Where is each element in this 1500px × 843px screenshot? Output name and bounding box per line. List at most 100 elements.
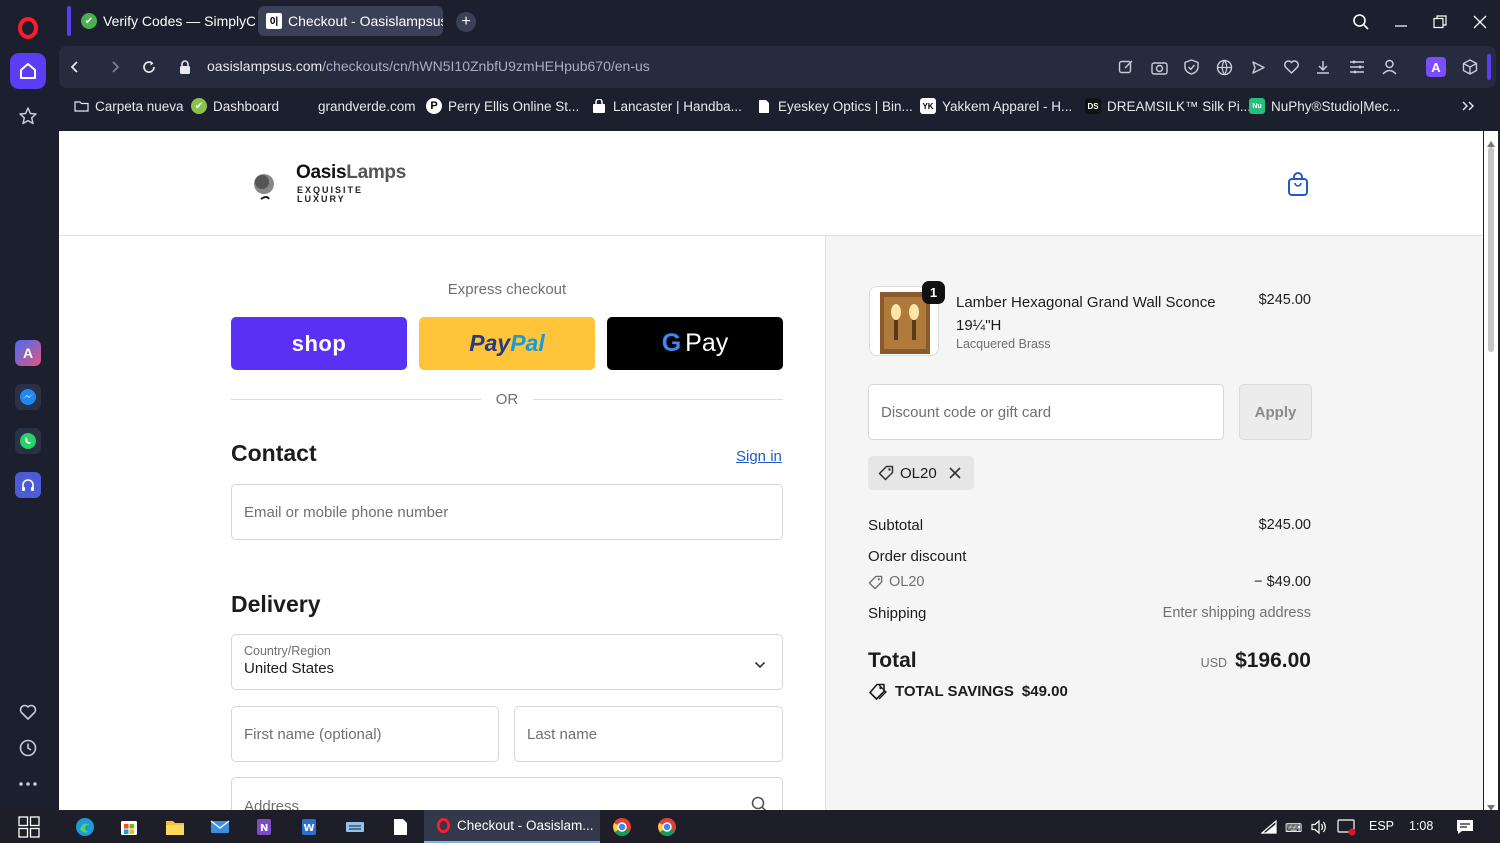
windows-taskbar: N W Checkout - Oasislam... ⌨ ESP 1:08	[0, 810, 1500, 843]
whatsapp-icon[interactable]	[10, 423, 46, 459]
edit-icon[interactable]	[1116, 57, 1136, 77]
navigation-bar: oasislampsus.com/checkouts/cn/hWN5I10Znb…	[59, 46, 1496, 88]
word-icon[interactable]: W	[298, 816, 320, 838]
messenger-icon[interactable]	[10, 379, 46, 415]
language-indicator[interactable]: ESP	[1369, 819, 1394, 833]
lock-icon[interactable]	[175, 57, 195, 77]
opera-menu-icon[interactable]	[10, 10, 46, 46]
send-icon[interactable]	[1248, 57, 1268, 77]
bookmark-item[interactable]: Eyeskey Optics | Bin...	[756, 98, 913, 114]
active-app-label: Checkout - Oasislam...	[457, 818, 594, 833]
scrollbar-thumb[interactable]	[1488, 147, 1494, 352]
total-label: Total	[868, 649, 917, 672]
first-name-field[interactable]: First name (optional)	[231, 706, 499, 762]
discount-code-input[interactable]: Discount code or gift card	[868, 384, 1224, 440]
paypal-label-1: Pay	[469, 330, 511, 356]
tab-label: Checkout - Oasislampsus	[288, 13, 443, 29]
store-logo-icon[interactable]	[249, 167, 281, 203]
vpn-globe-icon[interactable]	[1214, 57, 1234, 77]
contact-heading: Contact	[231, 440, 317, 466]
country-label: Country/Region	[244, 644, 331, 658]
heart-icon[interactable]	[10, 694, 46, 730]
shopping-bag-icon[interactable]	[1287, 171, 1309, 202]
search-tabs-icon[interactable]	[1349, 10, 1373, 34]
file-explorer-icon[interactable]	[164, 816, 186, 838]
wifi-icon[interactable]	[1258, 816, 1280, 838]
home-icon[interactable]	[10, 53, 46, 89]
bookmark-item[interactable]: DS DREAMSILK™ Silk Pi...	[1085, 98, 1251, 114]
divider	[533, 399, 783, 400]
page-scrollbar[interactable]	[1484, 131, 1498, 811]
apply-label: Apply	[1254, 403, 1297, 421]
battery-icon[interactable]	[1336, 816, 1358, 838]
logo-name-light: Lamps	[346, 162, 407, 183]
bookmark-item[interactable]: Nu NuPhy®Studio|Mec...	[1249, 98, 1400, 114]
restore-button[interactable]	[1428, 10, 1452, 34]
input-method-icon[interactable]: ⌨	[1283, 816, 1305, 838]
forward-icon[interactable]	[105, 57, 125, 77]
chrome-icon[interactable]	[611, 816, 633, 838]
remove-code-icon[interactable]	[949, 467, 961, 479]
profile-icon[interactable]	[1379, 57, 1399, 77]
blank-favicon-icon	[296, 98, 312, 114]
start-menu-icon[interactable]	[18, 816, 40, 838]
download-icon[interactable]	[1313, 57, 1333, 77]
extensions-cube-icon[interactable]	[1460, 57, 1480, 77]
email-field[interactable]: Email or mobile phone number	[231, 484, 783, 540]
easy-setup-icon[interactable]	[1347, 57, 1367, 77]
country-select[interactable]: Country/Region United States	[231, 634, 783, 690]
new-tab-button[interactable]: +	[456, 12, 476, 32]
more-icon[interactable]	[10, 766, 46, 802]
last-name-field[interactable]: Last name	[514, 706, 783, 762]
tab-verify-codes[interactable]: ✔ Verify Codes — SimplyCod	[73, 6, 255, 36]
sign-in-link[interactable]: Sign in	[736, 448, 782, 465]
bookmark-item[interactable]: Lancaster | Handba...	[591, 98, 742, 114]
address-bar[interactable]: oasislampsus.com/checkouts/cn/hWN5I10Znb…	[207, 58, 650, 74]
bookmark-label: grandverde.com	[318, 98, 416, 114]
close-window-button[interactable]	[1468, 10, 1492, 34]
minimize-button[interactable]	[1389, 10, 1413, 34]
nuphy-icon: Nu	[1249, 98, 1265, 114]
notifications-icon[interactable]	[1454, 816, 1476, 838]
store-logo[interactable]: OasisLamps	[296, 162, 406, 184]
shipping-value: Enter shipping address	[1162, 605, 1311, 621]
shop-pay-button[interactable]: shop	[231, 317, 407, 370]
shipping-label: Shipping	[868, 605, 927, 622]
bookmark-item[interactable]: grandverde.com	[296, 98, 416, 114]
history-icon[interactable]	[10, 730, 46, 766]
aria-extension-icon[interactable]: A	[1426, 57, 1446, 77]
bookmark-item[interactable]: ✔ Dashboard	[191, 98, 279, 114]
reload-icon[interactable]	[139, 57, 159, 77]
chrome-profile-icon[interactable]	[656, 816, 678, 838]
mail-icon[interactable]	[209, 816, 231, 838]
bookmark-item[interactable]: P Perry Ellis Online St...	[426, 98, 579, 114]
music-player-icon[interactable]	[10, 467, 46, 503]
notepad-icon[interactable]	[389, 816, 411, 838]
store-header: OasisLamps EXQUISITE LUXURY	[59, 131, 1483, 236]
discount-code-row: OL20	[868, 574, 924, 590]
clock[interactable]: 1:08	[1409, 819, 1433, 833]
keyboard-icon[interactable]	[344, 816, 366, 838]
apply-button[interactable]: Apply	[1239, 384, 1312, 440]
aria-ai-icon[interactable]: A	[10, 335, 46, 371]
search-icon	[751, 796, 768, 810]
adblock-shield-icon[interactable]	[1181, 57, 1201, 77]
bookmark-label: Yakkem Apparel - H...	[942, 98, 1073, 114]
back-icon[interactable]	[65, 57, 85, 77]
address-field[interactable]: Address	[231, 777, 783, 810]
bookmark-item[interactable]: YK Yakkem Apparel - H...	[920, 98, 1072, 114]
onenote-icon[interactable]: N	[253, 816, 275, 838]
applied-code-tag: OL20	[868, 456, 974, 490]
volume-icon[interactable]	[1308, 816, 1330, 838]
camera-icon[interactable]	[1149, 57, 1169, 77]
taskbar-active-app[interactable]: Checkout - Oasislam...	[424, 810, 600, 843]
microsoft-store-icon[interactable]	[118, 816, 140, 838]
paypal-button[interactable]: Pay Pal	[419, 317, 595, 370]
bookmark-heart-icon[interactable]	[1281, 57, 1301, 77]
edge-icon[interactable]	[74, 816, 96, 838]
bookmarks-overflow-icon[interactable]	[1461, 100, 1475, 112]
bookmark-item[interactable]: Carpeta nueva	[73, 98, 184, 114]
google-pay-button[interactable]: G Pay	[607, 317, 783, 370]
star-icon[interactable]	[10, 98, 46, 134]
tab-checkout[interactable]: 0| Checkout - Oasislampsus	[258, 6, 443, 36]
